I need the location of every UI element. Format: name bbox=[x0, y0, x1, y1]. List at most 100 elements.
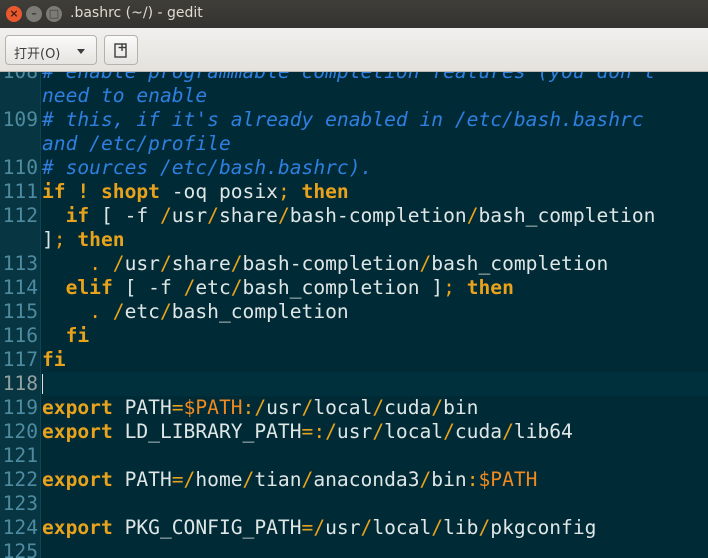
code-token: [ -f bbox=[89, 204, 160, 227]
code-token: bash_completion bbox=[478, 204, 656, 227]
line-number: 109 bbox=[2, 108, 38, 131]
code-token: . bbox=[89, 300, 101, 323]
line-number: 119 bbox=[2, 396, 38, 419]
code-token: bash_completion ] bbox=[242, 276, 444, 299]
code-token: / bbox=[466, 204, 479, 227]
code-token: / bbox=[478, 516, 491, 539]
code-line: need to enable bbox=[42, 84, 207, 108]
code-token: tian bbox=[254, 468, 302, 491]
line-number: 108 bbox=[0, 72, 38, 84]
code-token: export bbox=[42, 396, 113, 419]
code-token: if bbox=[65, 204, 90, 227]
line-number: 121 bbox=[2, 444, 38, 467]
code-token: / bbox=[242, 468, 255, 491]
code-token: / bbox=[372, 420, 385, 443]
current-line-highlight bbox=[42, 372, 708, 396]
code-token: export bbox=[42, 468, 113, 491]
code-token: usr bbox=[336, 420, 373, 443]
code-token: usr bbox=[171, 204, 208, 227]
code-token: ; bbox=[443, 276, 455, 299]
line-number: 113 bbox=[2, 252, 38, 275]
code-token: / bbox=[207, 204, 219, 227]
minimize-window-button[interactable]: – bbox=[26, 6, 42, 22]
line-number: 110 bbox=[2, 156, 38, 179]
code-token: and /etc/profile bbox=[42, 132, 231, 155]
code-token: =/ bbox=[171, 468, 196, 491]
code-token: LD_LIBRARY_PATH bbox=[112, 420, 302, 443]
open-button[interactable]: 打开(O) bbox=[5, 35, 97, 65]
code-token: / bbox=[419, 468, 432, 491]
code-token: if bbox=[42, 180, 66, 203]
code-token: PATH bbox=[112, 468, 172, 491]
code-token: / bbox=[159, 252, 172, 275]
code-token: need to enable bbox=[42, 84, 208, 107]
code-token: lib64 bbox=[513, 420, 573, 443]
line-number-gutter: 1081091101111121131141151161171181191201… bbox=[0, 72, 41, 558]
code-token: etc bbox=[124, 300, 160, 323]
code-token: / bbox=[112, 252, 125, 275]
new-document-icon bbox=[114, 43, 127, 58]
code-token: =/ bbox=[301, 516, 326, 539]
code-token: local bbox=[384, 420, 444, 443]
code-token: bash-completion bbox=[289, 204, 467, 227]
code-line: # enable programmable completion feature… bbox=[42, 72, 655, 84]
line-number: 111 bbox=[2, 180, 38, 203]
code-token: ] bbox=[42, 228, 54, 251]
code-token: fi bbox=[65, 324, 90, 347]
code-token: / bbox=[183, 276, 196, 299]
code-token: cuda bbox=[384, 396, 432, 419]
code-token: fi bbox=[42, 348, 66, 371]
code-line: and /etc/profile bbox=[42, 132, 231, 156]
title-bar: × – □ .bashrc (~/) - gedit bbox=[0, 0, 708, 28]
code-token: local bbox=[372, 516, 432, 539]
code-line: . /etc/bash_completion bbox=[42, 300, 349, 324]
line-number: 122 bbox=[2, 468, 38, 491]
line-number: 124 bbox=[2, 516, 38, 539]
chevron-down-icon bbox=[77, 49, 85, 54]
code-token: / bbox=[502, 420, 514, 443]
code-line: export PATH=/home/tian/anaconda3/bin:$PA… bbox=[42, 468, 537, 492]
code-line: if [ -f /usr/share/bash-completion/bash_… bbox=[42, 204, 656, 228]
code-token: export bbox=[42, 420, 113, 443]
code-line: export PATH=$PATH:/usr/local/cuda/bin bbox=[42, 396, 478, 420]
code-token: / bbox=[112, 300, 125, 323]
text-editor[interactable]: 1081091101111121131141151161171181191201… bbox=[0, 72, 708, 558]
code-token: / bbox=[372, 396, 385, 419]
new-document-button[interactable] bbox=[104, 35, 138, 65]
code-line: . /usr/share/bash-completion/bash_comple… bbox=[42, 252, 608, 276]
toolbar: 打开(O) bbox=[0, 28, 708, 72]
line-number: 120 bbox=[2, 420, 38, 443]
line-number: 112 bbox=[2, 204, 38, 227]
line-number: 117 bbox=[2, 348, 38, 371]
code-token: $PATH bbox=[183, 396, 243, 419]
maximize-window-button[interactable]: □ bbox=[46, 6, 62, 22]
code-token: elif bbox=[65, 276, 113, 299]
line-number bbox=[0, 84, 38, 108]
code-token: / bbox=[301, 396, 314, 419]
line-number: 125 bbox=[2, 540, 38, 558]
code-token: usr bbox=[124, 252, 160, 275]
code-token: ; bbox=[277, 180, 290, 203]
code-token: / bbox=[443, 420, 455, 443]
text-cursor bbox=[42, 374, 43, 394]
code-token: # enable programmable completion feature… bbox=[42, 72, 655, 83]
line-number: 116 bbox=[2, 324, 38, 347]
code-token: / bbox=[301, 468, 314, 491]
code-token: pkgconfig bbox=[490, 516, 597, 539]
code-token: share bbox=[171, 252, 231, 275]
close-window-button[interactable]: × bbox=[6, 6, 22, 22]
code-token: share bbox=[218, 204, 278, 227]
code-token: cuda bbox=[454, 420, 503, 443]
code-token: [ -f bbox=[112, 276, 184, 299]
code-token: bash_completion bbox=[431, 252, 609, 275]
code-token: bash_completion bbox=[171, 300, 349, 323]
code-line: fi bbox=[42, 348, 66, 372]
code-line: # sources /etc/bash.bashrc). bbox=[42, 156, 372, 180]
code-token: etc bbox=[195, 276, 231, 299]
code-token: -oq posix bbox=[159, 180, 278, 203]
line-number: 115 bbox=[2, 300, 38, 323]
